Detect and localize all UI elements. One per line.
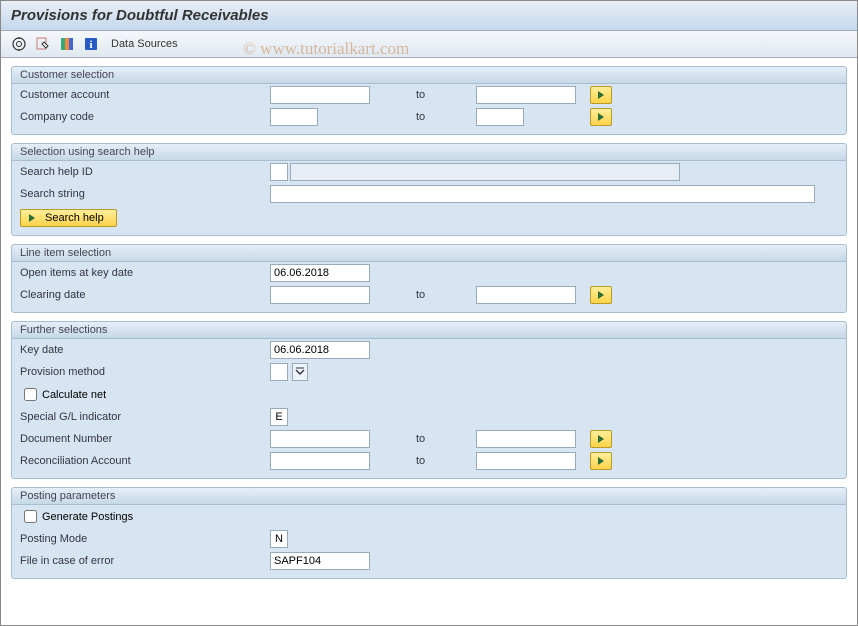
search-string-label: Search string — [20, 188, 270, 200]
key-date-input[interactable] — [270, 341, 370, 359]
group-title-posting: Posting parameters — [12, 488, 846, 505]
company-code-to-input[interactable] — [476, 108, 524, 126]
generate-postings-checkbox[interactable] — [24, 510, 37, 523]
arrow-right-icon — [29, 214, 35, 222]
customer-account-to-label: to — [416, 89, 476, 101]
calculate-net-checkbox[interactable] — [24, 388, 37, 401]
provision-method-f4-icon[interactable] — [292, 363, 308, 381]
special-gl-input[interactable] — [270, 408, 288, 426]
page-title: Provisions for Doubtful Receivables — [1, 1, 857, 31]
search-help-button[interactable]: Search help — [20, 209, 117, 227]
customer-account-from-input[interactable] — [270, 86, 370, 104]
open-items-input[interactable] — [270, 264, 370, 282]
generate-postings-label: Generate Postings — [42, 511, 133, 523]
clearing-date-to-label: to — [416, 289, 476, 301]
customer-account-multi-button[interactable] — [590, 86, 612, 104]
group-title-lineitem: Line item selection — [12, 245, 846, 262]
provision-method-label: Provision method — [20, 366, 270, 378]
provision-method-input[interactable] — [270, 363, 288, 381]
document-number-to-input[interactable] — [476, 430, 576, 448]
recon-account-multi-button[interactable] — [590, 452, 612, 470]
recon-account-label: Reconciliation Account — [20, 455, 270, 467]
document-number-label: Document Number — [20, 433, 270, 445]
group-line-item-selection: Line item selection Open items at key da… — [11, 244, 847, 313]
key-date-label: Key date — [20, 344, 270, 356]
company-code-label: Company code — [20, 111, 270, 123]
clearing-date-label: Clearing date — [20, 289, 270, 301]
group-title-further: Further selections — [12, 322, 846, 339]
group-further-selections: Further selections Key date Provision me… — [11, 321, 847, 479]
group-posting-parameters: Posting parameters Generate Postings Pos… — [11, 487, 847, 579]
group-customer-selection: Customer selection Customer account to C… — [11, 66, 847, 135]
file-error-input[interactable] — [270, 552, 370, 570]
file-error-label: File in case of error — [20, 555, 270, 567]
document-number-from-input[interactable] — [270, 430, 370, 448]
document-number-to-label: to — [416, 433, 476, 445]
company-code-to-label: to — [416, 111, 476, 123]
group-search-help: Selection using search help Search help … — [11, 143, 847, 236]
company-code-from-input[interactable] — [270, 108, 318, 126]
recon-account-to-label: to — [416, 455, 476, 467]
recon-account-to-input[interactable] — [476, 452, 576, 470]
execute-icon[interactable] — [9, 34, 29, 54]
calculate-net-label: Calculate net — [42, 389, 106, 401]
svg-text:i: i — [89, 39, 92, 51]
info-icon[interactable]: i — [81, 34, 101, 54]
recon-account-from-input[interactable] — [270, 452, 370, 470]
group-title-searchhelp: Selection using search help — [12, 144, 846, 161]
search-help-id-label: Search help ID — [20, 166, 270, 178]
clearing-date-from-input[interactable] — [270, 286, 370, 304]
selection-icon[interactable] — [57, 34, 77, 54]
search-help-id-input[interactable] — [270, 163, 288, 181]
search-string-input[interactable] — [270, 185, 815, 203]
get-variant-icon[interactable] — [33, 34, 53, 54]
open-items-label: Open items at key date — [20, 267, 270, 279]
customer-account-to-input[interactable] — [476, 86, 576, 104]
posting-mode-input[interactable] — [270, 530, 288, 548]
customer-account-label: Customer account — [20, 89, 270, 101]
clearing-date-to-input[interactable] — [476, 286, 576, 304]
posting-mode-label: Posting Mode — [20, 533, 270, 545]
group-title-customer: Customer selection — [12, 67, 846, 84]
special-gl-label: Special G/L indicator — [20, 411, 270, 423]
company-code-multi-button[interactable] — [590, 108, 612, 126]
search-help-id-desc-input — [290, 163, 680, 181]
clearing-date-multi-button[interactable] — [590, 286, 612, 304]
search-help-button-label: Search help — [45, 212, 104, 224]
data-sources-button[interactable]: Data Sources — [105, 38, 184, 50]
document-number-multi-button[interactable] — [590, 430, 612, 448]
toolbar: i Data Sources — [1, 31, 857, 58]
